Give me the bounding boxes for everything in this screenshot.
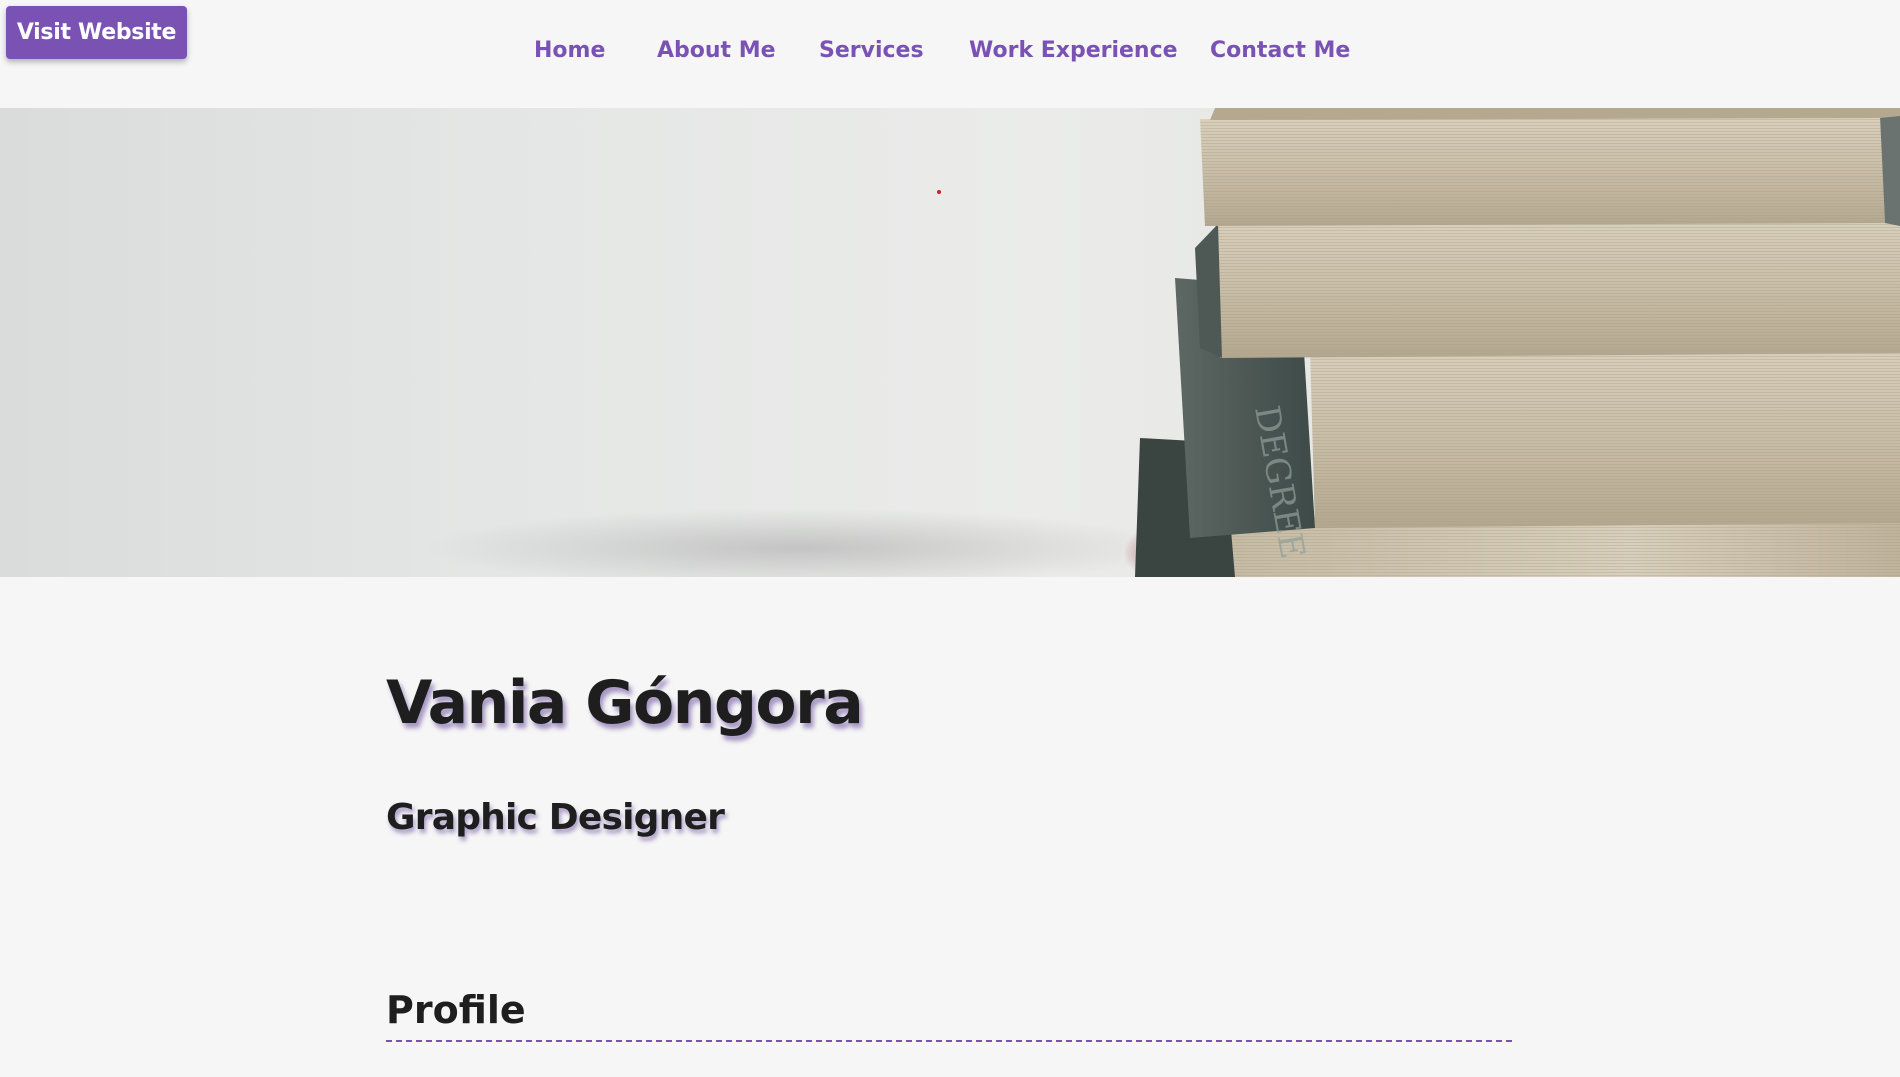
- nav-link-contact[interactable]: Contact Me: [1210, 38, 1350, 63]
- section-title-profile: Profile: [386, 988, 526, 1032]
- nav-link-work-experience[interactable]: Work Experience: [969, 38, 1178, 63]
- nav-link-home[interactable]: Home: [534, 38, 605, 63]
- nav-link-services[interactable]: Services: [819, 38, 924, 63]
- hero-red-dot: [937, 190, 941, 194]
- profile-name: Vania Góngora: [386, 668, 864, 738]
- nav-link-about[interactable]: About Me: [657, 38, 776, 63]
- main-nav: Home About Me Services Work Experience C…: [0, 38, 1900, 70]
- page: Visit Website Home About Me Services Wor…: [0, 0, 1900, 1077]
- hero-banner-image: DEGREE: [0, 108, 1900, 577]
- book-stack-illustration: DEGREE: [1135, 108, 1900, 577]
- section-divider: [386, 1040, 1512, 1042]
- profile-role: Graphic Designer: [386, 797, 725, 838]
